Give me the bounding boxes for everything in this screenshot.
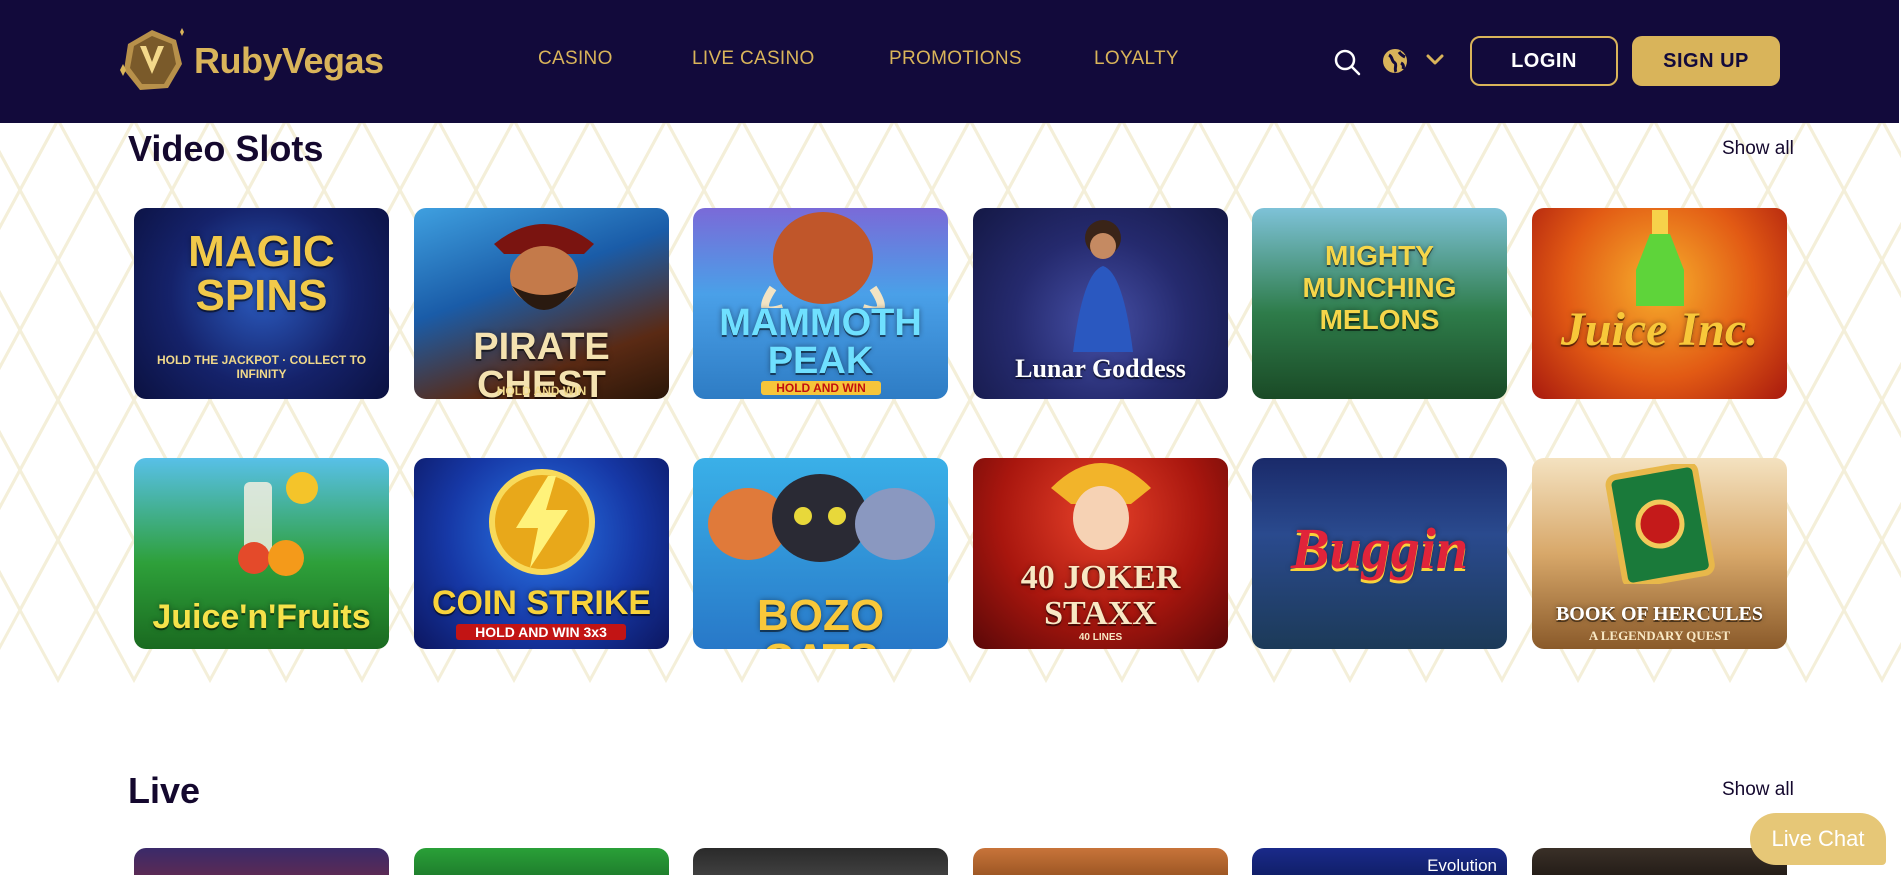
show-all-video-slots[interactable]: Show all bbox=[1722, 138, 1794, 160]
game-tile-bozo-cats[interactable]: BOZO CATS bbox=[693, 458, 948, 649]
live-game-tile[interactable] bbox=[973, 848, 1228, 875]
game-title: MIGHTY MUNCHING MELONS bbox=[1302, 240, 1457, 336]
section-title-video-slots: Video Slots bbox=[128, 128, 324, 169]
nav-live-casino[interactable]: LIVE CASINO bbox=[692, 48, 815, 70]
game-title: 40 JOKER STAXX bbox=[1020, 559, 1181, 632]
game-subtitle: HOLD THE JACKPOT · COLLECT TO INFINITY bbox=[156, 353, 367, 381]
game-tile-coin-strike[interactable]: COIN STRIKE HOLD AND WIN 3x3 bbox=[414, 458, 669, 649]
pattern-diamond bbox=[1804, 466, 1884, 614]
joker-art bbox=[1051, 463, 1151, 550]
game-tile-lunar-goddess[interactable]: Lunar Goddess bbox=[973, 208, 1228, 399]
pattern-diamond bbox=[1880, 361, 1901, 439]
pattern-diamond bbox=[18, 536, 98, 684]
game-title: BOZO CATS bbox=[756, 591, 885, 650]
live-game-tile[interactable] bbox=[1532, 848, 1787, 875]
cats-art bbox=[708, 474, 935, 562]
game-tile-40-joker-staxx[interactable]: 40 JOKER STAXX 40 LINES bbox=[973, 458, 1228, 649]
game-title: Juice Inc. bbox=[1560, 303, 1759, 356]
chevron-down-icon[interactable] bbox=[1426, 53, 1444, 71]
game-title: COIN STRIKE bbox=[431, 584, 652, 622]
pattern-diamond bbox=[56, 326, 136, 474]
pattern-diamond bbox=[1880, 501, 1901, 579]
brand-logo[interactable]: RubyVegas bbox=[116, 26, 384, 96]
pattern-diamond bbox=[1842, 536, 1901, 684]
pattern-diamond bbox=[18, 396, 98, 544]
pattern-diamond bbox=[1880, 221, 1901, 299]
game-subtitle: HOLD AND WIN bbox=[496, 384, 587, 398]
brand-name: RubyVegas bbox=[194, 40, 384, 81]
section-title-live: Live bbox=[128, 770, 201, 811]
nav-promotions[interactable]: PROMOTIONS bbox=[889, 48, 1022, 70]
game-subtitle: HOLD AND WIN 3x3 bbox=[456, 624, 626, 640]
game-tile-juice-inc[interactable]: Juice Inc. bbox=[1532, 208, 1787, 399]
search-icon[interactable] bbox=[1333, 48, 1361, 81]
live-chat-button[interactable]: Live Chat bbox=[1750, 813, 1886, 865]
pattern-diamond bbox=[56, 186, 136, 334]
site-header: RubyVegas CASINO LIVE CASINO PROMOTIONS … bbox=[0, 0, 1901, 123]
pattern-diamond bbox=[18, 116, 98, 264]
pattern-diamond bbox=[18, 256, 98, 404]
pattern-diamond bbox=[1804, 186, 1884, 334]
lightning-coin-art bbox=[489, 469, 595, 575]
game-tile-book-of-hercules[interactable]: BOOK OF HERCULES A LEGENDARY QUEST bbox=[1532, 458, 1787, 649]
bottle-art bbox=[1636, 210, 1684, 306]
pattern-diamond bbox=[0, 570, 22, 650]
live-game-tile[interactable]: Evolution bbox=[1252, 848, 1507, 875]
nav-loyalty[interactable]: LOYALTY bbox=[1094, 48, 1179, 70]
game-tile-magic-spins[interactable]: MAGIC SPINS HOLD THE JACKPOT · COLLECT T… bbox=[134, 208, 389, 399]
live-game-tile[interactable] bbox=[134, 848, 389, 875]
pattern-diamond bbox=[0, 290, 22, 370]
pattern-diamond bbox=[1804, 326, 1884, 474]
globe-icon[interactable] bbox=[1381, 47, 1409, 80]
pattern-diamond bbox=[0, 150, 22, 230]
game-tile-mammoth-peak[interactable]: MAMMOTH PEAK HOLD AND WIN bbox=[693, 208, 948, 399]
game-tile-pirate-chest[interactable]: PIRATE CHEST HOLD AND WIN bbox=[414, 208, 669, 399]
ruby-logo-icon bbox=[120, 28, 184, 90]
game-tile-juice-n-fruits[interactable]: Juice'n'Fruits bbox=[134, 458, 389, 649]
pattern-diamond bbox=[56, 466, 136, 614]
game-subtitle: A LEGENDARY QUEST bbox=[1588, 628, 1731, 643]
game-title: Buggin bbox=[1290, 516, 1469, 581]
fruits-art bbox=[238, 472, 318, 576]
provider-label: Evolution bbox=[1427, 856, 1497, 875]
signup-button[interactable]: SIGN UP bbox=[1632, 36, 1780, 86]
login-button[interactable]: LOGIN bbox=[1470, 36, 1618, 86]
pirate-art bbox=[494, 224, 594, 310]
show-all-live[interactable]: Show all bbox=[1722, 779, 1794, 801]
game-title: Lunar Goddess bbox=[1015, 354, 1186, 383]
mammoth-art bbox=[761, 212, 885, 308]
game-tile-mighty-munching-melons[interactable]: MIGHTY MUNCHING MELONS bbox=[1252, 208, 1507, 399]
live-game-tile[interactable] bbox=[414, 848, 669, 875]
game-title: MAMMOTH PEAK bbox=[719, 302, 922, 382]
game-tile-buggin[interactable]: Buggin bbox=[1252, 458, 1507, 649]
goddess-art bbox=[1073, 220, 1133, 352]
pattern-diamond bbox=[0, 430, 22, 510]
game-title: MAGIC SPINS bbox=[188, 227, 335, 320]
nav-casino[interactable]: CASINO bbox=[538, 48, 613, 70]
live-game-tile[interactable] bbox=[693, 848, 948, 875]
game-title: BOOK OF HERCULES bbox=[1555, 603, 1764, 625]
game-title: Juice'n'Fruits bbox=[152, 598, 371, 636]
game-subtitle: 40 LINES bbox=[1078, 632, 1123, 643]
book-art bbox=[1605, 464, 1715, 584]
game-subtitle: HOLD AND WIN bbox=[761, 381, 881, 395]
